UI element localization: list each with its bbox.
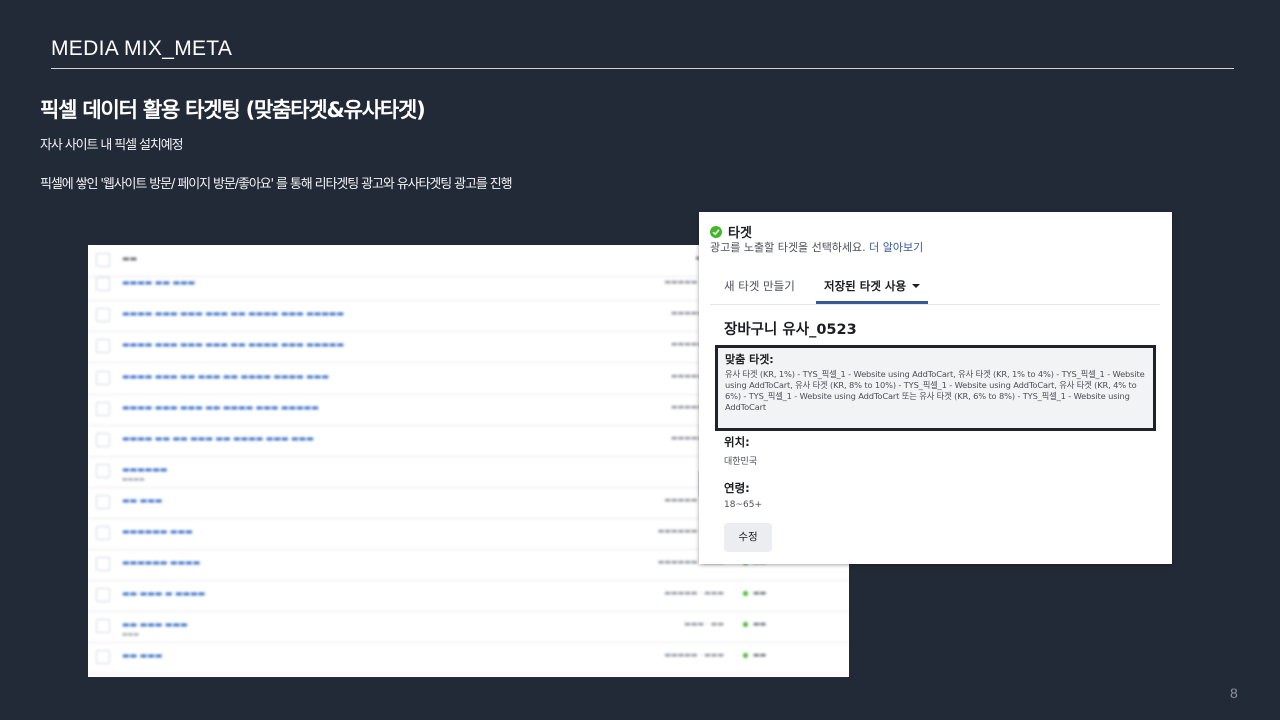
targeting-description: 광고를 노출할 타겟을 선택하세요. 더 알아보기 xyxy=(710,239,923,255)
tab-saved-audience[interactable]: 저장된 타겟 사용 xyxy=(824,278,921,294)
active-tab-indicator xyxy=(816,301,928,304)
page-number: 8 xyxy=(1230,685,1238,701)
targeting-card: 타겟 광고를 노출할 타겟을 선택하세요. 더 알아보기 새 타겟 만들기 저장… xyxy=(699,212,1172,564)
check-icon xyxy=(710,226,722,238)
learn-more-link[interactable]: 더 알아보기 xyxy=(869,241,923,254)
targeting-description-text: 광고를 노출할 타겟을 선택하세요. xyxy=(710,241,866,254)
caret-down-icon xyxy=(912,284,921,288)
age-label: 연령: xyxy=(724,481,750,495)
age-value: 18~65+ xyxy=(724,500,762,510)
custom-audience-text: 유사 타겟 (KR, 1%) - TYS_픽셀_1 - Website usin… xyxy=(725,369,1145,412)
targeting-tabs: 새 타겟 만들기 저장된 타겟 사용 xyxy=(710,274,1160,305)
location-value: 대한민국 xyxy=(724,457,758,467)
tab-new-audience[interactable]: 새 타겟 만들기 xyxy=(724,278,795,294)
tab-saved-audience-label: 저장된 타겟 사용 xyxy=(824,279,907,293)
slide-title: 픽셀 데이터 활용 타겟팅 (맞춤타겟&유사타겟) xyxy=(40,98,426,122)
slide-subtitle-1: 자사 사이트 내 픽셀 설치예정 xyxy=(40,138,184,153)
custom-audience-box: 맞춤 타겟: 유사 타겟 (KR, 1%) - TYS_픽셀_1 - Websi… xyxy=(715,345,1156,431)
slide-subtitle-2: 픽셀에 쌓인 '웹사이트 방문/ 페이지 방문/좋아요' 를 통해 리타겟팅 광… xyxy=(40,177,513,192)
custom-audience-label: 맞춤 타겟: xyxy=(725,353,774,366)
slide-header-text: MEDIA MIX_META xyxy=(51,37,233,60)
audience-name: 장바구니 유사_0523 xyxy=(724,322,857,338)
location-label: 위치: xyxy=(724,435,750,449)
slide-header: MEDIA MIX_META xyxy=(51,36,1234,69)
edit-button[interactable]: 수정 xyxy=(724,523,772,552)
